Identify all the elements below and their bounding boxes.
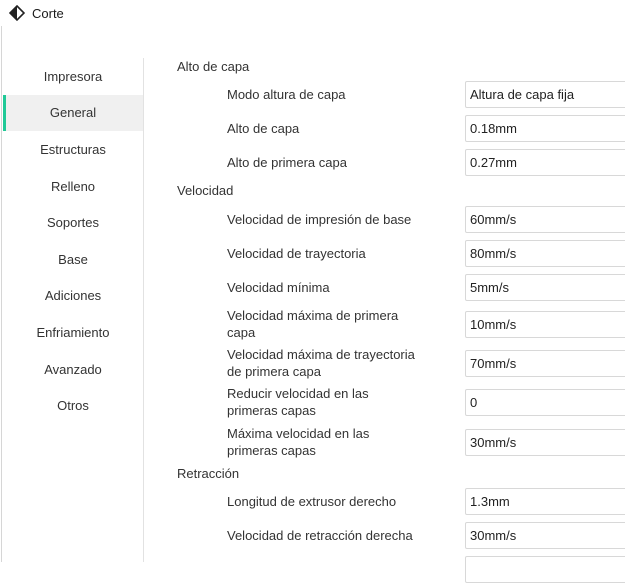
slow-first-layers-input[interactable]: 0 bbox=[465, 389, 625, 416]
sidebar-item-avanzado[interactable]: Avanzado bbox=[3, 351, 143, 388]
layer-height-label: Alto de capa bbox=[227, 121, 300, 136]
first-layer-height-label: Alto de primera capa bbox=[227, 155, 347, 170]
right-retraction-speed-input[interactable]: 30mm/s bbox=[465, 522, 625, 549]
travel-speed-input[interactable]: 80mm/s bbox=[465, 240, 625, 267]
slow-first-layers-label-line-2: primeras capas bbox=[227, 402, 316, 418]
max-first-layer-travel-speed-label-line-2: de primera capa bbox=[227, 363, 321, 379]
base-print-speed-label: Velocidad de impresión de base bbox=[227, 212, 412, 227]
slow-first-layers-label: Reducir velocidad en las primeras capas bbox=[227, 386, 442, 419]
sidebar-item-general[interactable]: General bbox=[3, 94, 143, 132]
window-left-border bbox=[1, 26, 2, 562]
max-speed-first-layers-input[interactable]: 30mm/s bbox=[465, 429, 625, 456]
sidebar-item-enfriamiento[interactable]: Enfriamiento bbox=[3, 314, 143, 351]
base-print-speed-input[interactable]: 60mm/s bbox=[465, 206, 625, 233]
sidebar-item-soportes[interactable]: Soportes bbox=[3, 204, 143, 241]
section-title-speed: Velocidad bbox=[177, 183, 234, 198]
min-speed-input[interactable]: 5mm/s bbox=[465, 274, 625, 301]
max-speed-first-layers-label-line-1: Máxima velocidad en las bbox=[227, 426, 370, 441]
right-extruder-length-label: Longitud de extrusor derecho bbox=[227, 494, 397, 509]
sidebar-item-otros[interactable]: Otros bbox=[3, 387, 143, 424]
max-first-layer-travel-speed-label: Velocidad máxima de trayectoria de prime… bbox=[227, 347, 442, 380]
section-title-layer-height: Alto de capa bbox=[177, 59, 250, 74]
right-retraction-speed-label: Velocidad de retracción derecha bbox=[227, 528, 413, 543]
sidebar-item-estructuras[interactable]: Estructuras bbox=[3, 131, 143, 168]
max-first-layer-speed-label: Velocidad máxima de primera capa bbox=[227, 308, 442, 341]
settings-panel: Alto de capa Modo altura de capa Altura … bbox=[144, 0, 625, 583]
sidebar-item-relleno[interactable]: Relleno bbox=[3, 168, 143, 205]
max-first-layer-travel-speed-input[interactable]: 70mm/s bbox=[465, 350, 625, 377]
layer-height-mode-select[interactable]: Altura de capa fija bbox=[465, 81, 625, 108]
sidebar-item-adiciones[interactable]: Adiciones bbox=[3, 278, 143, 315]
layer-height-mode-label: Modo altura de capa bbox=[227, 87, 346, 102]
first-layer-height-input[interactable]: 0.27mm bbox=[465, 149, 625, 176]
next-setting-input[interactable] bbox=[465, 556, 625, 583]
max-first-layer-speed-label-line-1: Velocidad máxima de primera bbox=[227, 308, 399, 323]
section-title-retraction: Retracción bbox=[177, 466, 240, 481]
max-first-layer-speed-label-line-2: capa bbox=[227, 324, 256, 340]
max-speed-first-layers-label: Máxima velocidad en las primeras capas bbox=[227, 426, 442, 459]
right-extruder-length-input[interactable]: 1.3mm bbox=[465, 488, 625, 515]
max-first-layer-travel-speed-label-line-1: Velocidad máxima de trayectoria bbox=[227, 347, 415, 362]
app-logo-icon bbox=[8, 4, 26, 22]
min-speed-label: Velocidad mínima bbox=[227, 280, 330, 295]
sidebar-item-impresora[interactable]: Impresora bbox=[3, 58, 143, 95]
settings-sidebar: Impresora General Estructuras Relleno So… bbox=[3, 58, 143, 424]
max-speed-first-layers-label-line-2: primeras capas bbox=[227, 442, 316, 458]
sidebar-item-base[interactable]: Base bbox=[3, 241, 143, 278]
window-title: Corte bbox=[32, 5, 64, 21]
layer-height-input[interactable]: 0.18mm bbox=[465, 115, 625, 142]
travel-speed-label: Velocidad de trayectoria bbox=[227, 246, 366, 261]
max-first-layer-speed-input[interactable]: 10mm/s bbox=[465, 311, 625, 338]
slow-first-layers-label-line-1: Reducir velocidad en las bbox=[227, 386, 369, 401]
